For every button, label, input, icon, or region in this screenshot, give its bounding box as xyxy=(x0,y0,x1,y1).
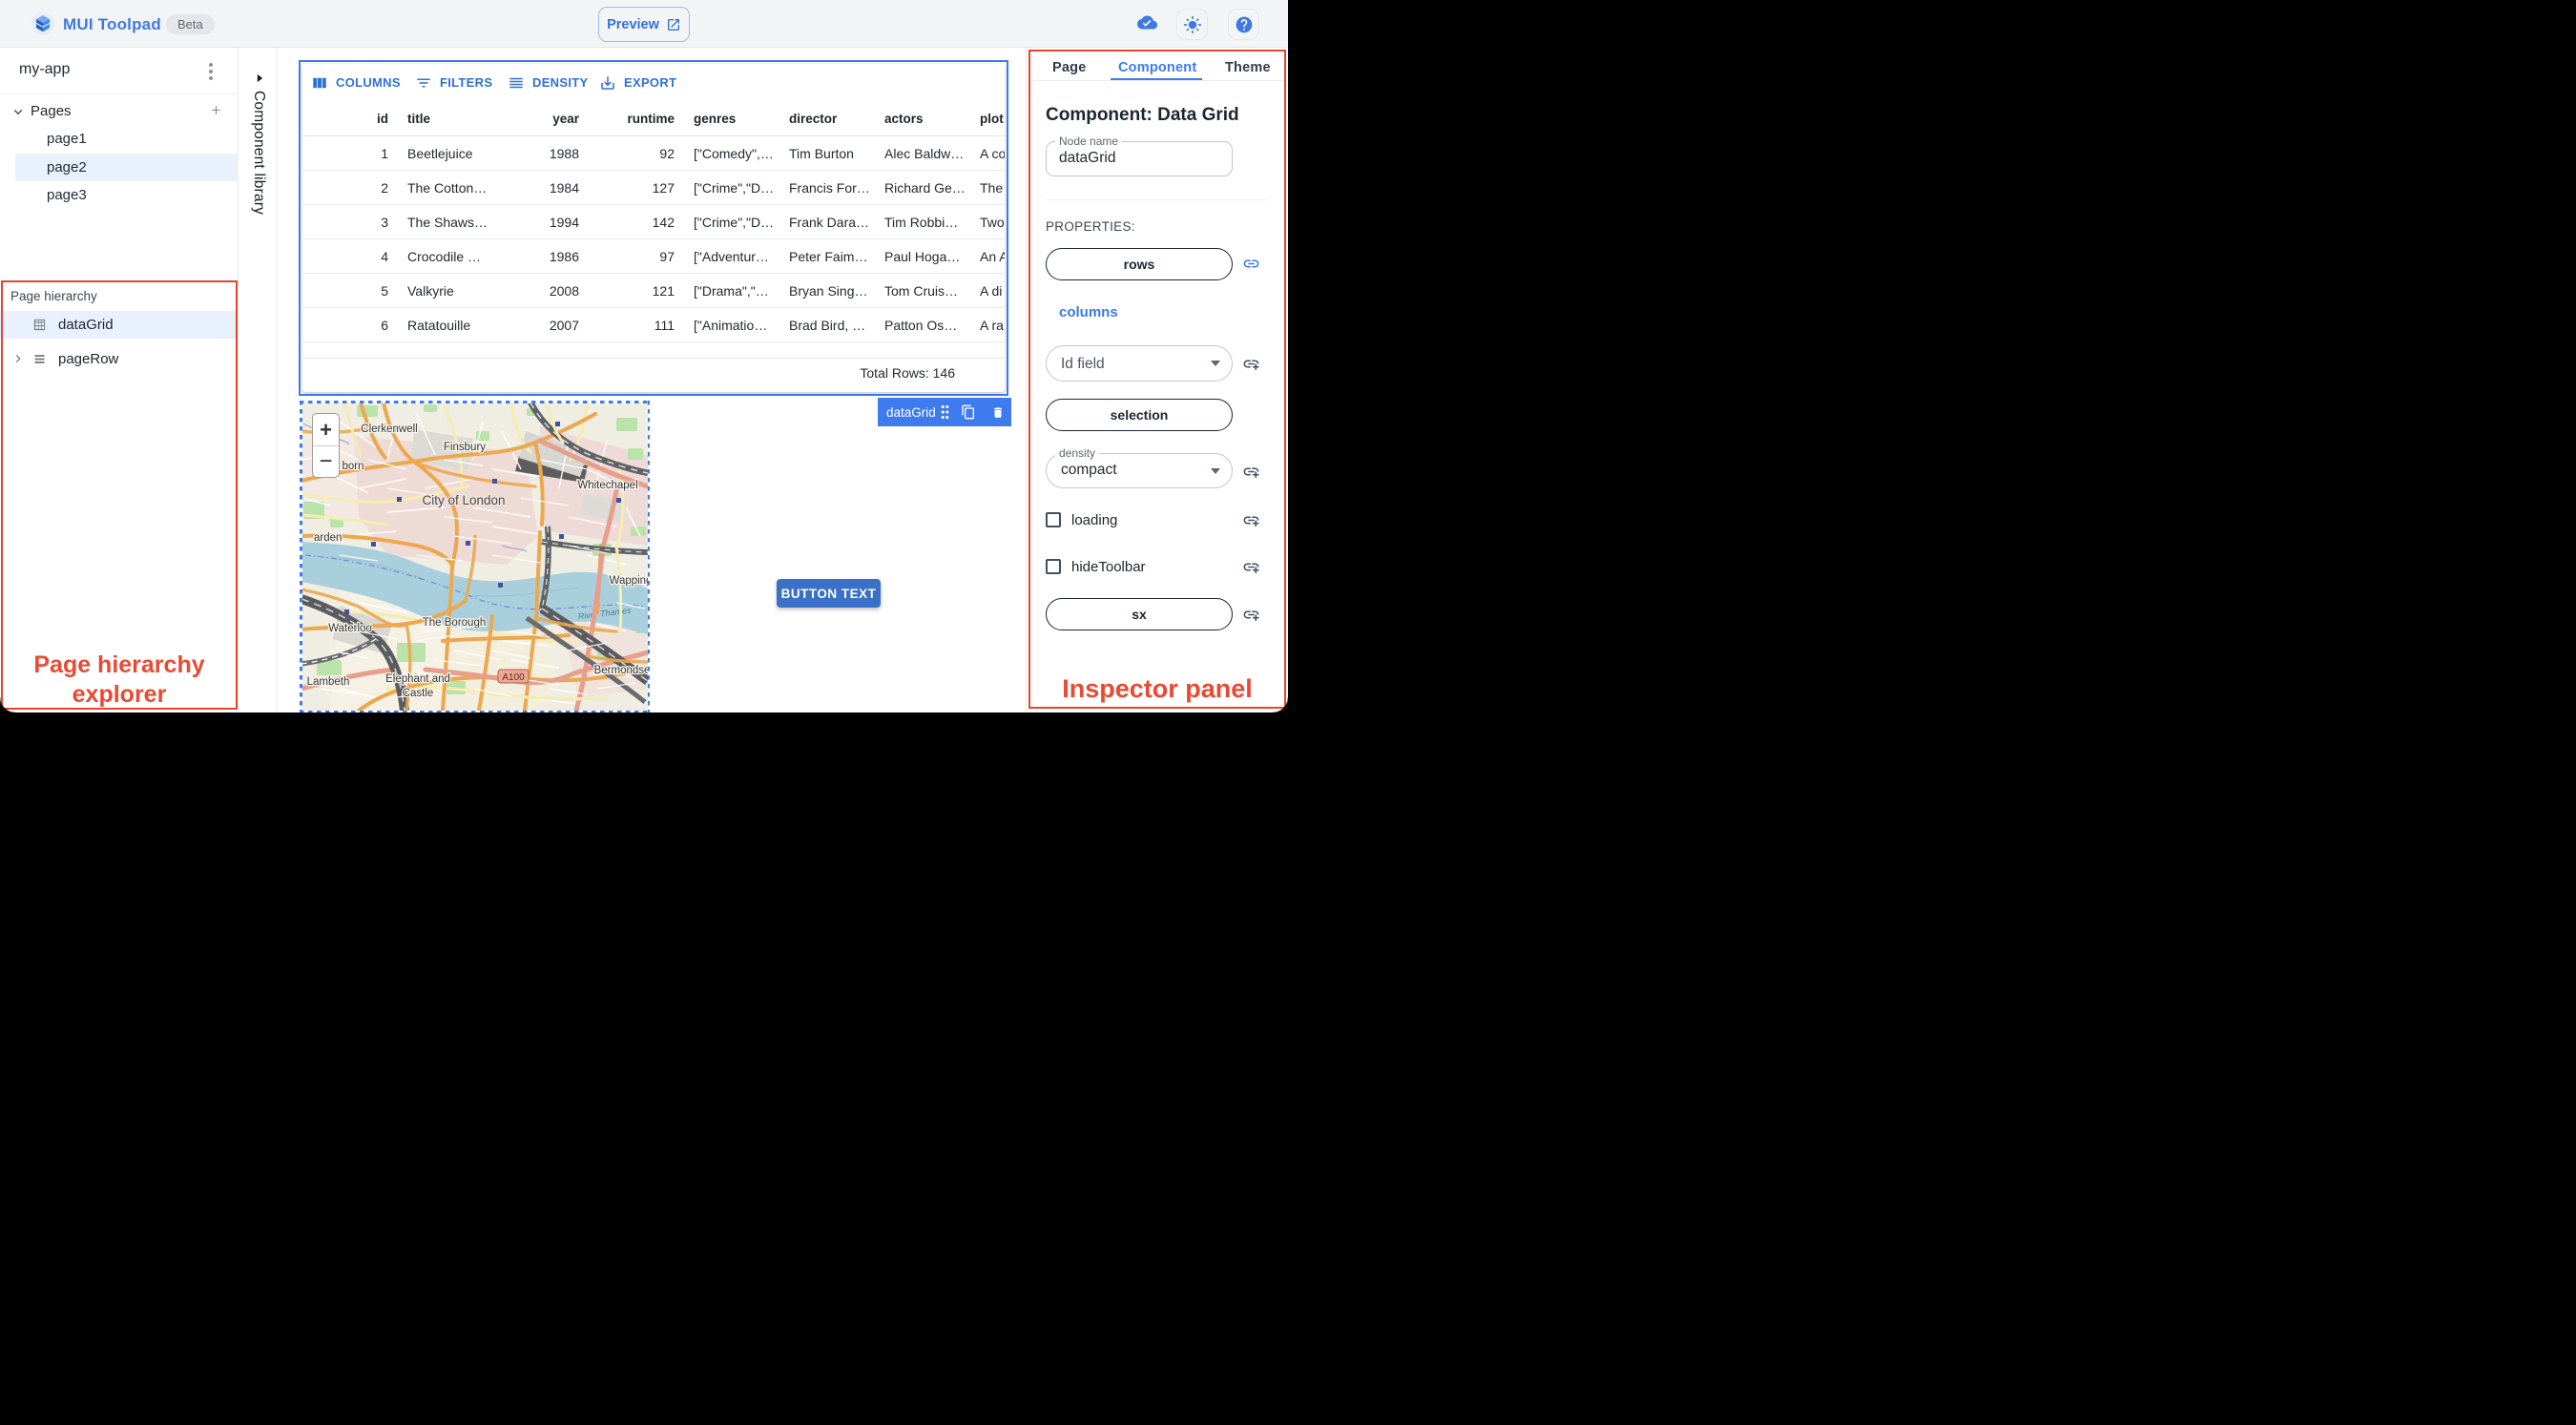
svg-text:Finsbury: Finsbury xyxy=(444,442,486,453)
svg-text:A100: A100 xyxy=(502,672,525,683)
svg-text:born: born xyxy=(342,461,364,472)
svg-text:Elephant and: Elephant and xyxy=(385,673,450,685)
svg-text:Bermondse: Bermondse xyxy=(594,665,648,676)
svg-text:Lambeth: Lambeth xyxy=(307,676,350,688)
svg-text:City of London: City of London xyxy=(422,493,505,507)
svg-text:Waterloo: Waterloo xyxy=(328,623,372,634)
svg-text:Clerkenwell: Clerkenwell xyxy=(361,423,417,435)
svg-text:Whitechapel: Whitechapel xyxy=(577,480,637,491)
svg-text:The Borough: The Borough xyxy=(423,617,487,629)
svg-text:Castle: Castle xyxy=(403,688,434,699)
svg-text:Wapping: Wapping xyxy=(610,575,648,587)
svg-text:arden: arden xyxy=(314,532,342,544)
